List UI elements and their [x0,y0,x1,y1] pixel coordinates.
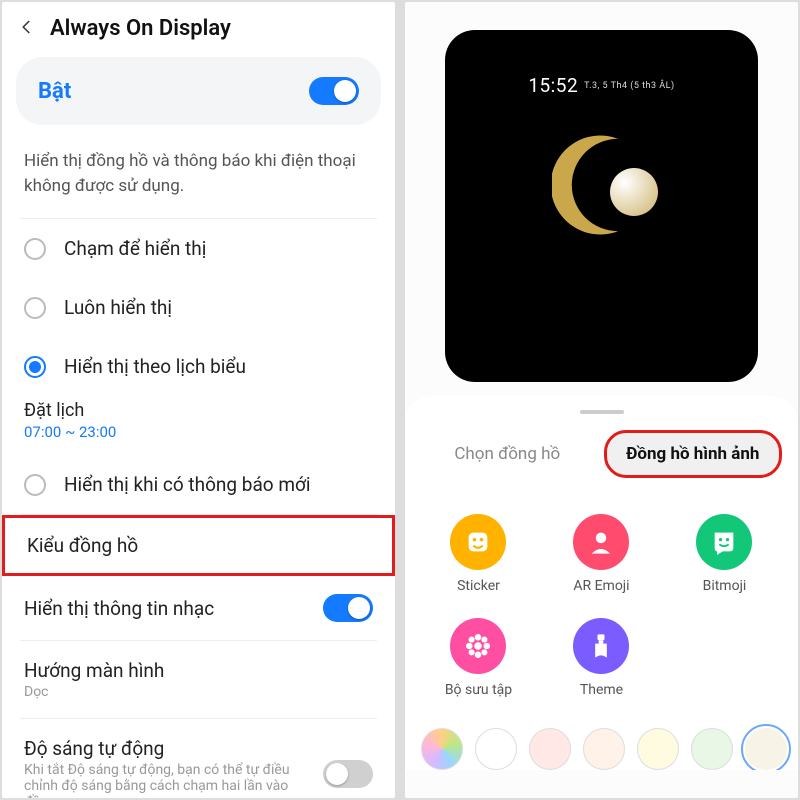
master-toggle-label: Bật [38,79,71,104]
clock-style-row[interactable]: Kiểu đồng hồ [2,515,395,576]
grid-label: Theme [540,682,663,698]
radio-label: Luôn hiển thị [64,296,172,319]
music-info-label: Hiển thị thông tin nhạc [24,597,313,620]
preview-area: 15:52T.3, 5 Th4 (5 th3 ÂL) [405,2,798,382]
orientation-value: Dọc [24,684,373,700]
radio-icon [24,297,46,319]
radio-new-notif[interactable]: Hiển thị khi có thông báo mới [2,455,395,514]
preview-image [532,120,672,260]
grid-sticker[interactable]: Sticker [417,506,540,610]
clock-style-panel: 15:52T.3, 5 Th4 (5 th3 ÂL) Chọn đồng hồ … [405,2,798,798]
orientation-label: Hướng màn hình [24,659,373,682]
radio-label: Hiển thị theo lịch biểu [64,355,246,378]
auto-brightness-desc: Khi tắt Độ sáng tự động, bạn có thể tự đ… [24,762,313,798]
sticker-icon [450,514,506,570]
swatch-red[interactable] [529,728,571,770]
drag-handle[interactable] [580,410,624,414]
tab-choose-clock[interactable]: Chọn đồng hồ [421,430,594,478]
grid-theme[interactable]: Theme [540,610,663,714]
page-title: Always On Display [50,16,231,41]
preview-time: 15:52T.3, 5 Th4 (5 th3 ÂL) [445,74,758,97]
color-swatches [405,722,798,770]
gallery-icon [450,618,506,674]
source-grid: Sticker AR Emoji Bitmoji [405,488,798,722]
schedule-value: 07:00 ~ 23:00 [24,423,373,441]
schedule-label: Đặt lịch [24,400,373,421]
music-info-toggle[interactable] [323,594,373,622]
swatch-rainbow[interactable] [421,728,463,770]
grid-label: AR Emoji [540,578,663,594]
swatch-green[interactable] [691,728,733,770]
radio-label: Hiển thị khi có thông báo mới [64,473,310,496]
master-toggle[interactable] [309,77,359,105]
tab-image-clock[interactable]: Đồng hồ hình ảnh [604,430,783,478]
radio-label: Chạm để hiển thị [64,237,206,260]
ar-emoji-icon [573,514,629,570]
swatch-yellow[interactable] [637,728,679,770]
grid-label: Bitmoji [663,578,786,594]
swatch-orange[interactable] [583,728,625,770]
description-text: Hiển thị đồng hồ và thông báo khi điện t… [2,135,395,218]
swatch-selected[interactable] [745,728,787,770]
settings-panel: Always On Display Bật Hiển thị đồng hồ v… [2,2,395,798]
grid-ar-emoji[interactable]: AR Emoji [540,506,663,610]
swatch-white[interactable] [475,728,517,770]
music-info-row[interactable]: Hiển thị thông tin nhạc [2,576,395,640]
back-icon[interactable] [18,18,36,40]
auto-brightness-row[interactable]: Độ sáng tự động Khi tắt Độ sáng tự động,… [2,719,395,798]
master-toggle-row[interactable]: Bật [16,57,381,125]
clock-tabs: Chọn đồng hồ Đồng hồ hình ảnh [405,430,798,488]
radio-schedule[interactable]: Hiển thị theo lịch biểu [2,337,395,396]
auto-brightness-toggle[interactable] [323,760,373,788]
grid-bitmoji[interactable]: Bitmoji [663,506,786,610]
radio-icon [24,474,46,496]
aod-preview[interactable]: 15:52T.3, 5 Th4 (5 th3 ÂL) [445,30,758,382]
orientation-row[interactable]: Hướng màn hình Dọc [2,641,395,718]
astronaut-icon [610,168,658,216]
preview-date: T.3, 5 Th4 (5 th3 ÂL) [584,81,675,91]
bottom-sheet: Chọn đồng hồ Đồng hồ hình ảnh Sticker AR… [405,396,798,770]
bitmoji-icon [696,514,752,570]
radio-tap-to-show[interactable]: Chạm để hiển thị [2,219,395,278]
radio-icon [24,238,46,260]
grid-label: Bộ sưu tập [417,682,540,698]
radio-icon [24,356,46,378]
header: Always On Display [2,2,395,57]
auto-brightness-label: Độ sáng tự động [24,737,313,760]
grid-gallery[interactable]: Bộ sưu tập [417,610,540,714]
theme-icon [573,618,629,674]
radio-always-show[interactable]: Luôn hiển thị [2,278,395,337]
grid-label: Sticker [417,578,540,594]
schedule-row[interactable]: Đặt lịch 07:00 ~ 23:00 [2,396,395,455]
clock-style-label: Kiểu đồng hồ [27,534,138,557]
